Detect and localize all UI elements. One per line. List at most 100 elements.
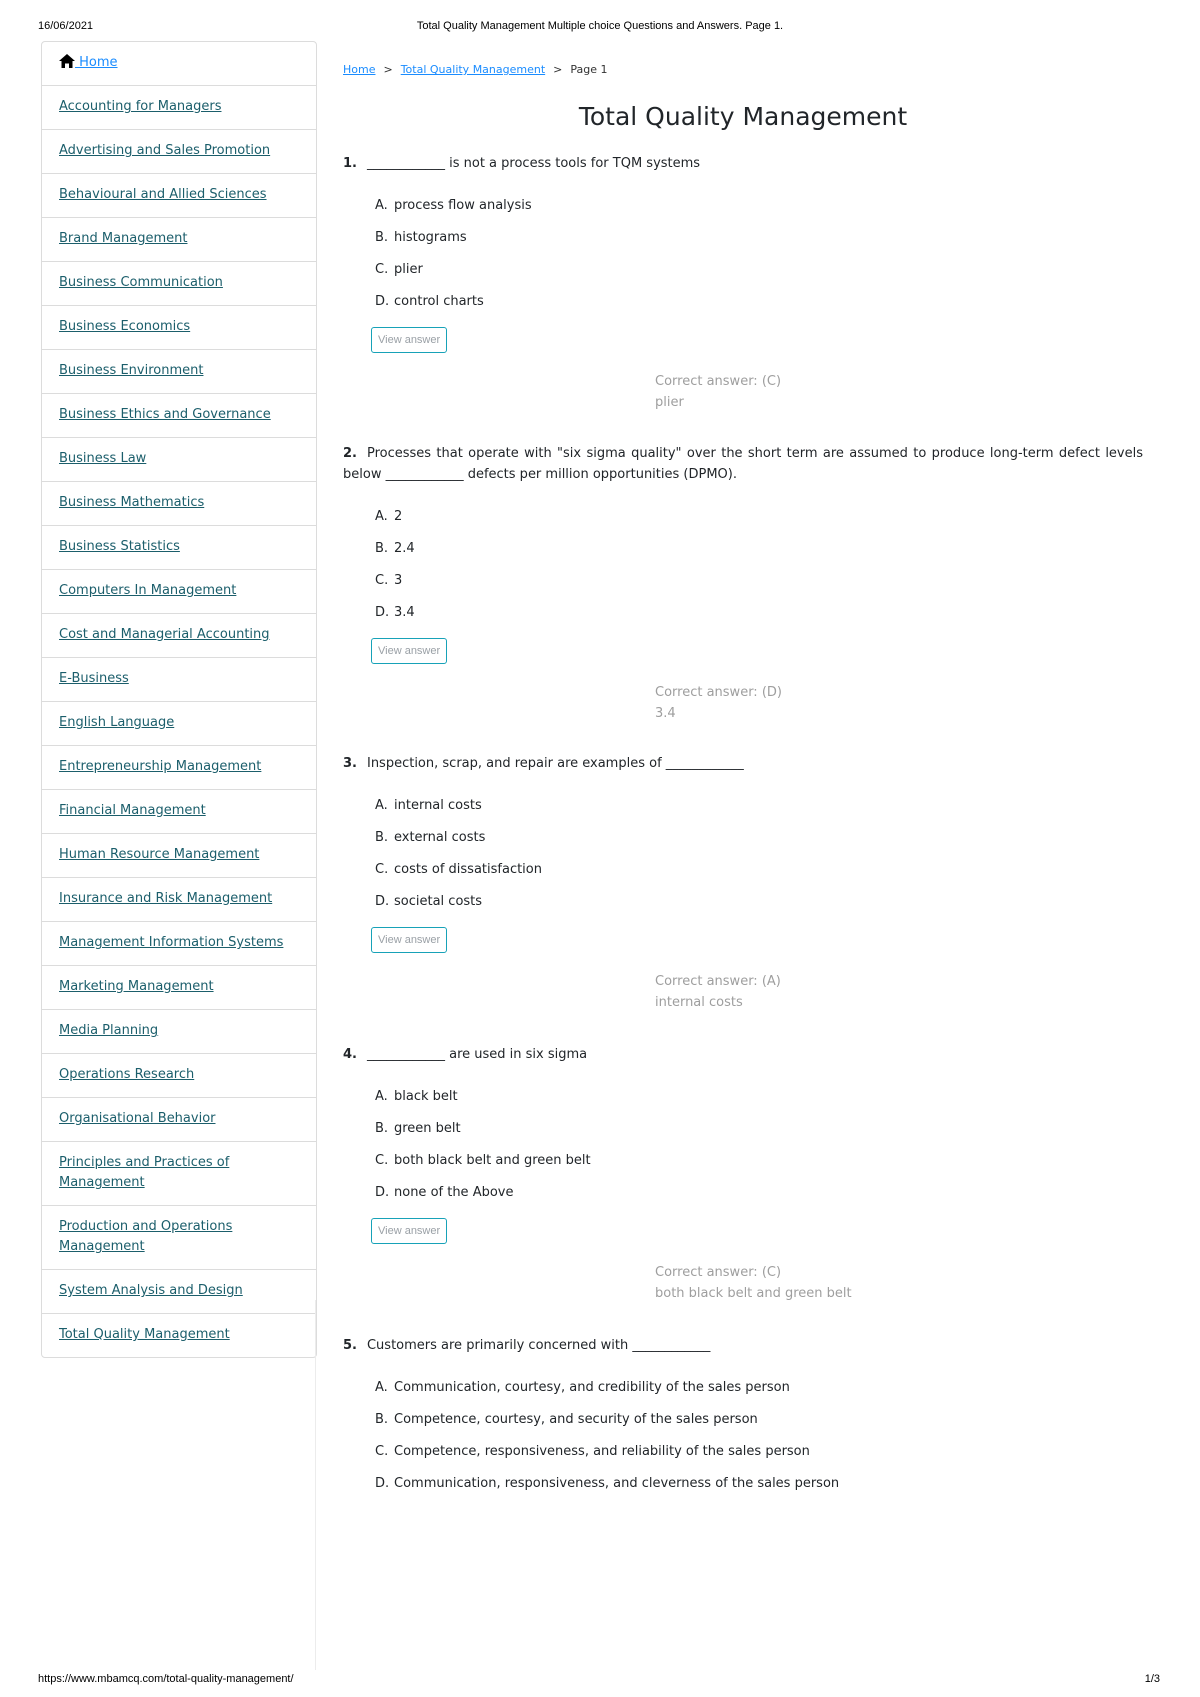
sidebar-link[interactable]: Production and Operations Management <box>59 1219 232 1254</box>
question-text-row: 3. Inspection, scrap, and repair are exam… <box>343 753 1143 774</box>
sidebar-item[interactable]: Organisational Behavior <box>42 1097 316 1141</box>
sidebar-link[interactable]: Business Statistics <box>59 539 180 554</box>
sidebar-link[interactable]: Accounting for Managers <box>59 99 222 114</box>
sidebar-link[interactable]: Human Resource Management <box>59 847 259 862</box>
sidebar-item[interactable]: Principles and Practices of Management <box>42 1141 316 1205</box>
option-letter: C. <box>375 1153 389 1168</box>
view-answer-button[interactable]: View answer <box>371 638 448 664</box>
question-text-row: 1. ____________ is not a process tools fo… <box>343 153 1143 174</box>
option-letter: A. <box>375 1089 388 1104</box>
sidebar-link[interactable]: Total Quality Management <box>59 1327 230 1342</box>
sidebar-item[interactable]: Entrepreneurship Management <box>42 745 316 789</box>
sidebar-link[interactable]: E-Business <box>59 671 129 686</box>
print-url: https://www.mbamcq.com/total-quality-man… <box>38 1673 294 1685</box>
sidebar-item[interactable]: Financial Management <box>42 789 316 833</box>
correct-answer-text: both black belt and green belt <box>655 1286 852 1301</box>
option-letter: A. <box>375 798 388 813</box>
sidebar-link[interactable]: Business Ethics and Governance <box>59 407 271 422</box>
option-text: societal costs <box>394 894 483 909</box>
sidebar-link[interactable]: Business Mathematics <box>59 495 204 510</box>
sidebar-link[interactable]: Computers In Management <box>59 583 236 598</box>
sidebar-link[interactable]: Business Communication <box>59 275 223 290</box>
sidebar-link[interactable]: System Analysis and Design <box>59 1283 243 1298</box>
sidebar-link[interactable]: Business Environment <box>59 363 203 378</box>
sidebar-link[interactable]: Business Economics <box>59 319 190 334</box>
sidebar-item[interactable]: Operations Research <box>42 1053 316 1097</box>
option-letter: B. <box>375 230 389 245</box>
options-list: A. 2 B. 2.4 C. 3 D. 3.4 <box>343 506 1143 634</box>
sidebar-item[interactable]: Brand Management <box>42 217 316 261</box>
option-text: process flow analysis <box>394 198 532 213</box>
view-answer-button[interactable]: View answer <box>371 927 448 953</box>
sidebar-item[interactable]: Business Environment <box>42 349 316 393</box>
option-text: histograms <box>394 230 467 245</box>
option-text: Competence, courtesy, and security of th… <box>394 1412 758 1427</box>
sidebar-item[interactable]: Human Resource Management <box>42 833 316 877</box>
sidebar-link[interactable]: Principles and Practices of Management <box>59 1155 229 1190</box>
sidebar-item[interactable]: Business Ethics and Governance <box>42 393 316 437</box>
sidebar-item[interactable]: Total Quality Management <box>42 1313 316 1357</box>
print-header: 16/06/2021 Total Quality Management Mult… <box>0 20 1200 36</box>
correct-answer: Correct answer: (C) both black belt and g… <box>655 1262 852 1304</box>
option-item: A. 2 <box>375 506 1143 538</box>
sidebar-link[interactable]: Media Planning <box>59 1023 158 1038</box>
view-answer-button[interactable]: View answer <box>371 327 448 353</box>
option-item: D. 3.4 <box>375 602 1143 634</box>
correct-answer-label: Correct answer: (D) <box>655 685 782 700</box>
sidebar-item[interactable]: Production and Operations Management <box>42 1205 316 1269</box>
sidebar-item[interactable]: Cost and Managerial Accounting <box>42 613 316 657</box>
option-item: D. none of the Above <box>375 1182 1143 1214</box>
sidebar-item[interactable]: Computers In Management <box>42 569 316 613</box>
option-text: costs of dissatisfaction <box>394 862 542 877</box>
question-number: 5. <box>343 1338 357 1353</box>
sidebar-item[interactable]: Behavioural and Allied Sciences <box>42 173 316 217</box>
question-text-row: 5. Customers are primarily concerned with… <box>343 1335 1143 1356</box>
sidebar-link[interactable]: Brand Management <box>59 231 188 246</box>
sidebar-link[interactable]: Management Information Systems <box>59 935 283 950</box>
sidebar-link[interactable]: Advertising and Sales Promotion <box>59 143 270 158</box>
sidebar-item[interactable]: Media Planning <box>42 1009 316 1053</box>
sidebar-link[interactable]: Insurance and Risk Management <box>59 891 272 906</box>
question-item: 2. Processes that operate with "six sigma… <box>343 443 1143 721</box>
option-text: Competence, responsiveness, and reliabil… <box>394 1444 810 1459</box>
sidebar-link[interactable]: English Language <box>59 715 174 730</box>
sidebar-item[interactable]: Business Mathematics <box>42 481 316 525</box>
view-answer-button[interactable]: View answer <box>371 1218 448 1244</box>
sidebar-item[interactable]: Business Communication <box>42 261 316 305</box>
sidebar-item[interactable]: System Analysis and Design <box>42 1269 316 1313</box>
option-letter: D. <box>375 1476 390 1491</box>
question-number: 1. <box>343 156 357 171</box>
home-icon <box>59 54 75 68</box>
sidebar-link[interactable]: Financial Management <box>59 803 206 818</box>
sidebar-link[interactable]: Cost and Managerial Accounting <box>59 627 270 642</box>
sidebar-link[interactable]: Business Law <box>59 451 146 466</box>
option-letter: A. <box>375 509 388 524</box>
sidebar-item[interactable]: Accounting for Managers <box>42 85 316 129</box>
home-link[interactable]: Home <box>75 55 117 70</box>
option-letter: C. <box>375 262 389 277</box>
option-item: B. 2.4 <box>375 538 1143 570</box>
option-text: plier <box>394 262 423 277</box>
breadcrumb-home[interactable]: Home <box>343 63 375 76</box>
sidebar-item[interactable]: Management Information Systems <box>42 921 316 965</box>
sidebar-item[interactable]: Advertising and Sales Promotion <box>42 129 316 173</box>
sidebar-link[interactable]: Operations Research <box>59 1067 194 1082</box>
sidebar-link[interactable]: Entrepreneurship Management <box>59 759 261 774</box>
sidebar-item-home[interactable]: Home <box>42 42 316 85</box>
correct-answer-label: Correct answer: (C) <box>655 374 782 389</box>
sidebar-link[interactable]: Marketing Management <box>59 979 214 994</box>
sidebar-item[interactable]: English Language <box>42 701 316 745</box>
sidebar-link[interactable]: Organisational Behavior <box>59 1111 216 1126</box>
option-text: control charts <box>394 294 484 309</box>
sidebar-item[interactable]: E-Business <box>42 657 316 701</box>
breadcrumb-section[interactable]: Total Quality Management <box>401 63 545 76</box>
sidebar-item[interactable]: Business Economics <box>42 305 316 349</box>
sidebar-item[interactable]: Insurance and Risk Management <box>42 877 316 921</box>
sidebar-item[interactable]: Business Statistics <box>42 525 316 569</box>
sidebar-item[interactable]: Business Law <box>42 437 316 481</box>
sidebar-link[interactable]: Behavioural and Allied Sciences <box>59 187 267 202</box>
breadcrumb-current: Page 1 <box>570 63 608 76</box>
option-item: D. Communication, responsiveness, and cle… <box>375 1473 1143 1505</box>
sidebar-item[interactable]: Marketing Management <box>42 965 316 1009</box>
option-text: 3.4 <box>394 605 415 620</box>
